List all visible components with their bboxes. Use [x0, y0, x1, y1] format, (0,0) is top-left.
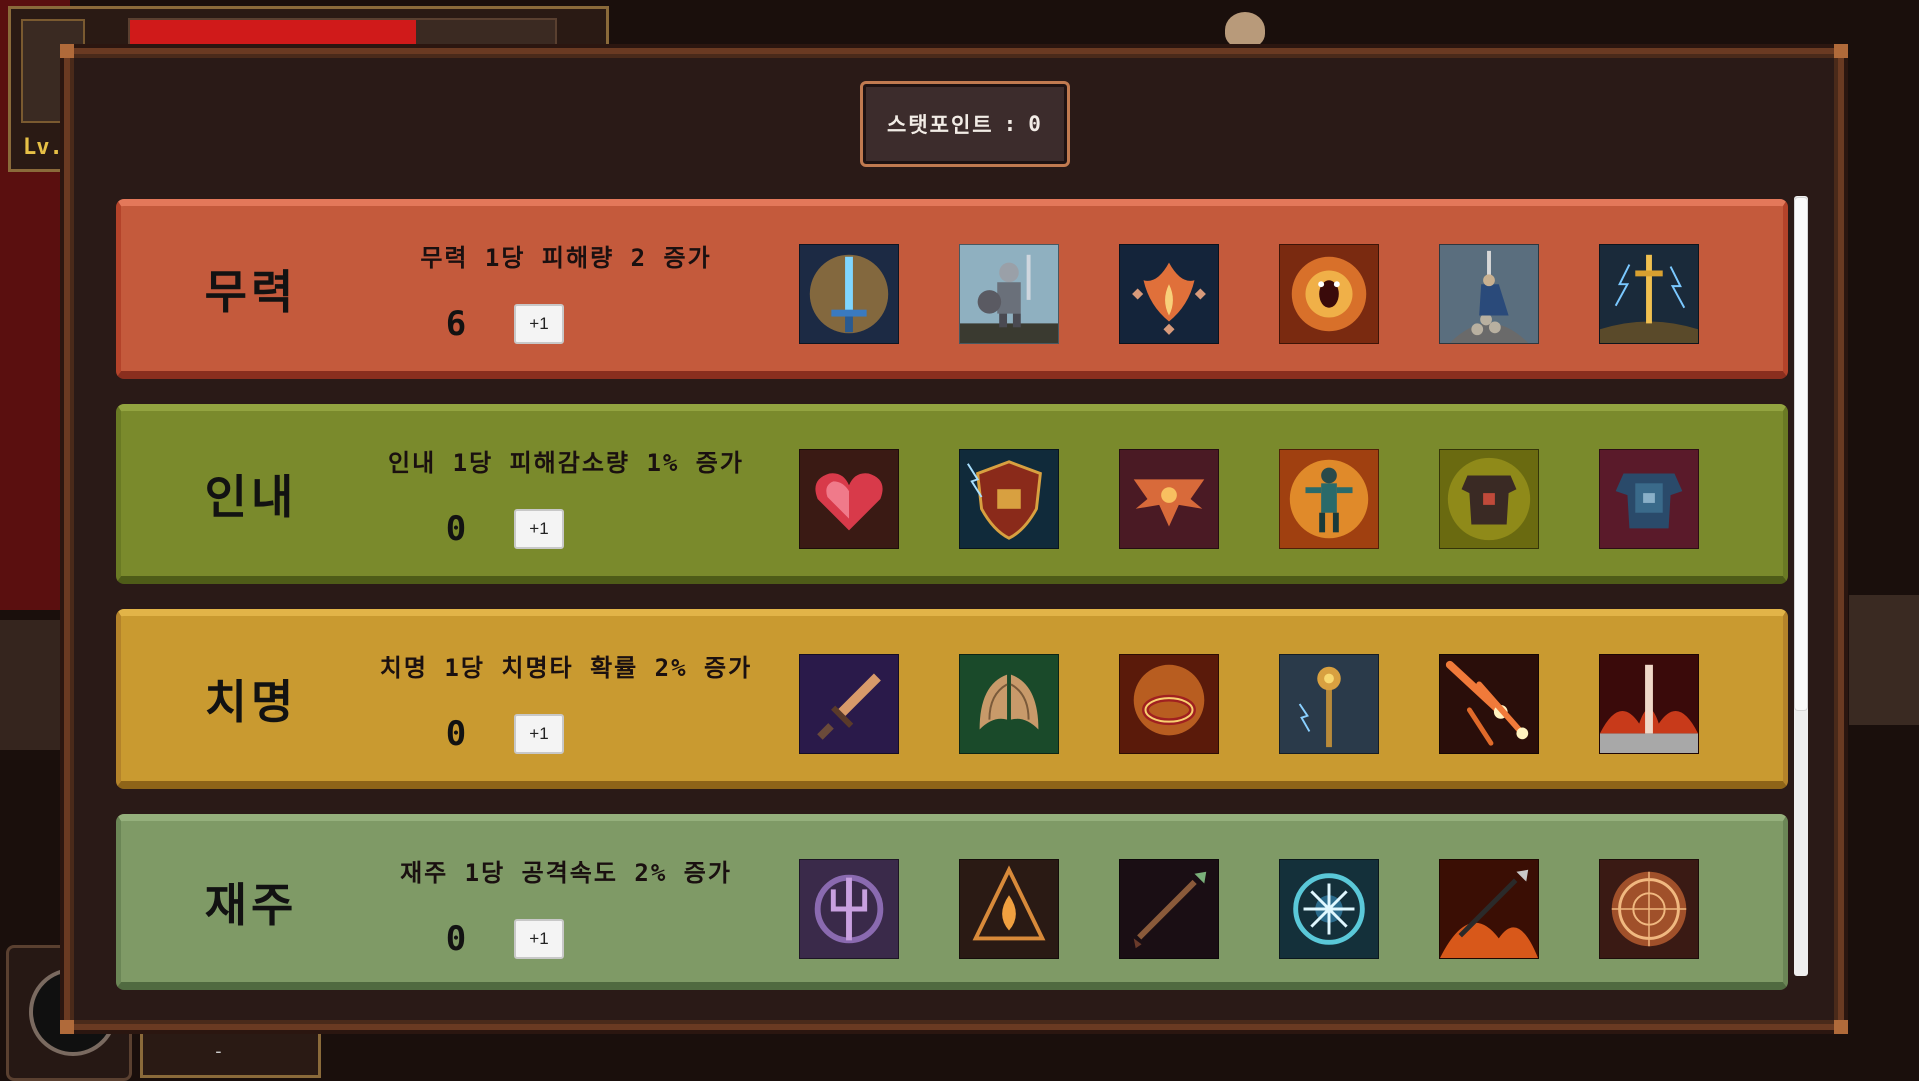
background-rock	[0, 620, 70, 750]
stat-window: 스탯포인트 : 0 무력 무력 1당 피해량 2 증가 6 +1 인내 인내 1…	[60, 44, 1848, 1034]
green-wings-icon[interactable]	[959, 654, 1059, 754]
blue-armor-icon[interactable]	[1599, 449, 1699, 549]
fire-demon-icon[interactable]	[1279, 244, 1379, 344]
fire-pillar-icon[interactable]	[1599, 654, 1699, 754]
window-corner	[60, 1020, 74, 1034]
stat-description: 재주 1당 공격속도 2% 증가	[400, 859, 732, 887]
dagger-icon[interactable]	[799, 654, 899, 754]
magic-circle-icon[interactable]	[1599, 859, 1699, 959]
skull-icon	[1225, 12, 1265, 48]
stat-points-panel: 스탯포인트 : 0	[860, 81, 1070, 167]
scrollbar-thumb[interactable]	[1795, 198, 1807, 710]
stat-value: 0	[445, 714, 467, 754]
window-corner	[1834, 1020, 1848, 1034]
stat-points-value: 0	[1028, 112, 1043, 136]
stat-description: 무력 1당 피해량 2 증가	[420, 244, 712, 272]
potion-slot[interactable]: -	[140, 1030, 321, 1078]
burning-warrior-icon[interactable]	[1279, 449, 1379, 549]
stat-points-label: 스탯포인트	[887, 113, 994, 137]
lightning-sword-icon[interactable]	[1599, 244, 1699, 344]
purple-trident-sigil-icon[interactable]	[799, 859, 899, 959]
winged-emblem-icon[interactable]	[1119, 449, 1219, 549]
plus-one-button[interactable]: +1	[514, 714, 564, 754]
plus-one-button[interactable]: +1	[514, 304, 564, 344]
stat-row-critical: 치명 치명 1당 치명타 확률 2% 증가 0 +1	[116, 609, 1788, 789]
potion-count: -	[213, 1041, 224, 1062]
stat-value: 6	[445, 304, 467, 344]
frost-rune-icon[interactable]	[1279, 859, 1379, 959]
window-corner	[60, 44, 74, 58]
stat-name: 재주	[204, 877, 298, 932]
gold-armor-icon[interactable]	[1439, 449, 1539, 549]
heart-icon[interactable]	[799, 449, 899, 549]
background-rock	[1849, 595, 1919, 725]
hp-bar-fill	[130, 20, 416, 48]
fire-ring-icon[interactable]	[1119, 654, 1219, 754]
stat-name: 인내	[204, 469, 298, 524]
scrollbar[interactable]	[1794, 196, 1808, 976]
stat-row-strength: 무력 무력 1당 피해량 2 증가 6 +1	[116, 199, 1788, 379]
stat-row-dexterity: 재주 재주 1당 공격속도 2% 증가 0 +1	[116, 814, 1788, 990]
flame-burst-icon[interactable]	[1119, 244, 1219, 344]
stat-description: 치명 1당 치명타 확률 2% 증가	[379, 654, 753, 682]
flame-sigil-icon[interactable]	[959, 859, 1059, 959]
hp-bar	[128, 18, 557, 50]
golden-mace-icon[interactable]	[1279, 654, 1379, 754]
armored-knight-icon[interactable]	[959, 244, 1059, 344]
stat-points-separator: :	[1003, 112, 1019, 136]
fire-arrow-icon[interactable]	[1439, 859, 1539, 959]
plus-one-button[interactable]: +1	[514, 509, 564, 549]
stat-row-endurance: 인내 인내 1당 피해감소량 1% 증가 0 +1	[116, 404, 1788, 584]
arrow-icon[interactable]	[1119, 859, 1219, 959]
stat-description: 인내 1당 피해감소량 1% 증가	[388, 449, 744, 477]
level-label: Lv.	[23, 135, 63, 160]
lightning-shield-icon[interactable]	[959, 449, 1059, 549]
glowing-sword-icon[interactable]	[799, 244, 899, 344]
stat-value: 0	[445, 509, 467, 549]
stat-name: 무력	[204, 264, 298, 319]
meteor-shower-icon[interactable]	[1439, 654, 1539, 754]
sword-on-skulls-icon[interactable]	[1439, 244, 1539, 344]
plus-one-button[interactable]: +1	[514, 919, 564, 959]
window-corner	[1834, 44, 1848, 58]
stat-name: 치명	[204, 674, 298, 729]
stat-value: 0	[445, 919, 467, 959]
